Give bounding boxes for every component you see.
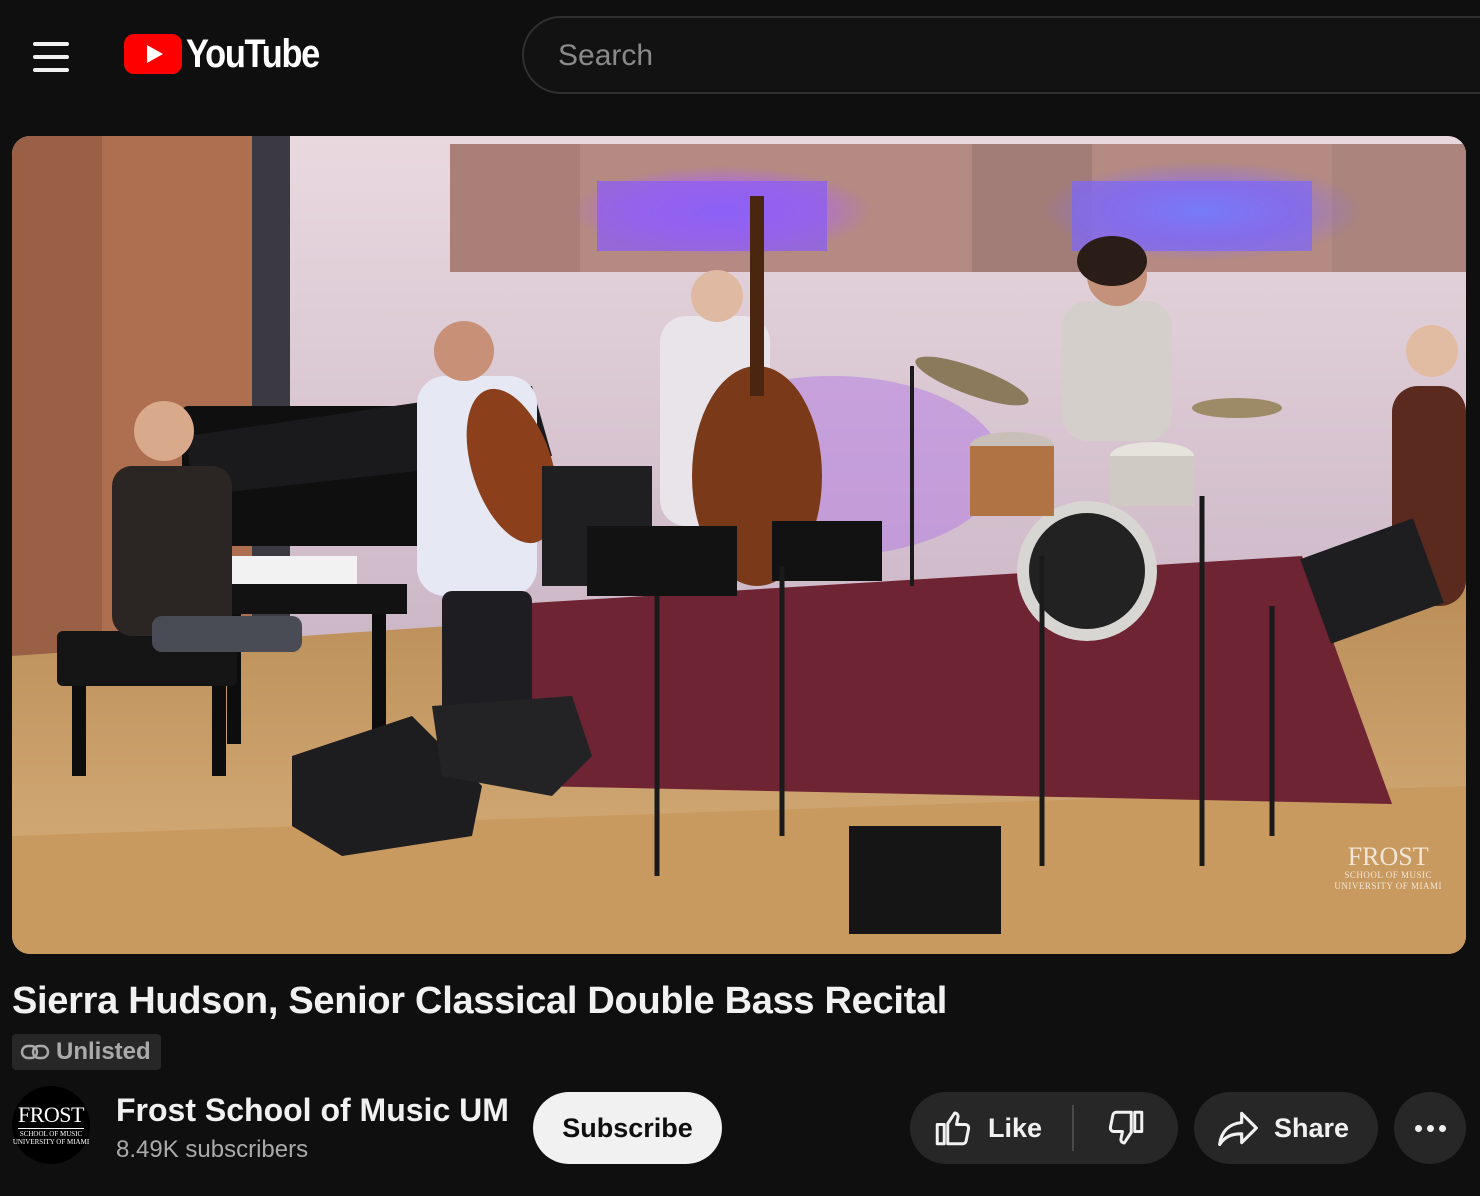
unlisted-badge: Unlisted bbox=[12, 1034, 161, 1070]
search-input[interactable] bbox=[556, 18, 1460, 94]
badge-label: Unlisted bbox=[56, 1038, 151, 1065]
masthead: YouTube bbox=[0, 0, 1480, 112]
subscriber-count: 8.49K subscribers bbox=[116, 1136, 309, 1163]
avatar-rule bbox=[18, 1127, 84, 1129]
like-dislike-group: Like bbox=[910, 1092, 1178, 1164]
more-actions-button[interactable] bbox=[1394, 1092, 1466, 1164]
logo-text: YouTube bbox=[186, 32, 320, 76]
more-horizontal-icon bbox=[1414, 1124, 1446, 1132]
thumbs-up-icon bbox=[935, 1111, 971, 1146]
like-button[interactable]: Like bbox=[910, 1092, 1072, 1164]
youtube-logo[interactable]: YouTube bbox=[124, 34, 341, 74]
youtube-play-icon bbox=[124, 34, 182, 74]
share-button[interactable]: Share bbox=[1194, 1092, 1378, 1164]
subscribe-button[interactable]: Subscribe bbox=[533, 1092, 722, 1164]
video-title: Sierra Hudson, Senior Classical Double B… bbox=[12, 980, 948, 1022]
video-frame bbox=[12, 136, 1466, 954]
share-arrow-icon bbox=[1218, 1111, 1258, 1147]
thumbs-down-icon bbox=[1108, 1110, 1144, 1145]
dislike-button[interactable] bbox=[1074, 1092, 1178, 1164]
like-label: Like bbox=[988, 1112, 1043, 1143]
video-player[interactable]: FROST SCHOOL OF MUSIC UNIVERSITY OF MIAM… bbox=[12, 136, 1466, 954]
channel-avatar[interactable]: FROST SCHOOL OF MUSIC UNIVERSITY OF MIAM… bbox=[12, 1086, 90, 1164]
link-icon bbox=[20, 1044, 50, 1060]
search-box[interactable] bbox=[522, 16, 1480, 94]
share-label: Share bbox=[1274, 1112, 1350, 1143]
hamburger-menu-icon[interactable] bbox=[20, 26, 82, 88]
frost-watermark: FROST SCHOOL OF MUSIC UNIVERSITY OF MIAM… bbox=[1334, 842, 1442, 892]
channel-name[interactable]: Frost School of Music UM bbox=[116, 1092, 509, 1129]
